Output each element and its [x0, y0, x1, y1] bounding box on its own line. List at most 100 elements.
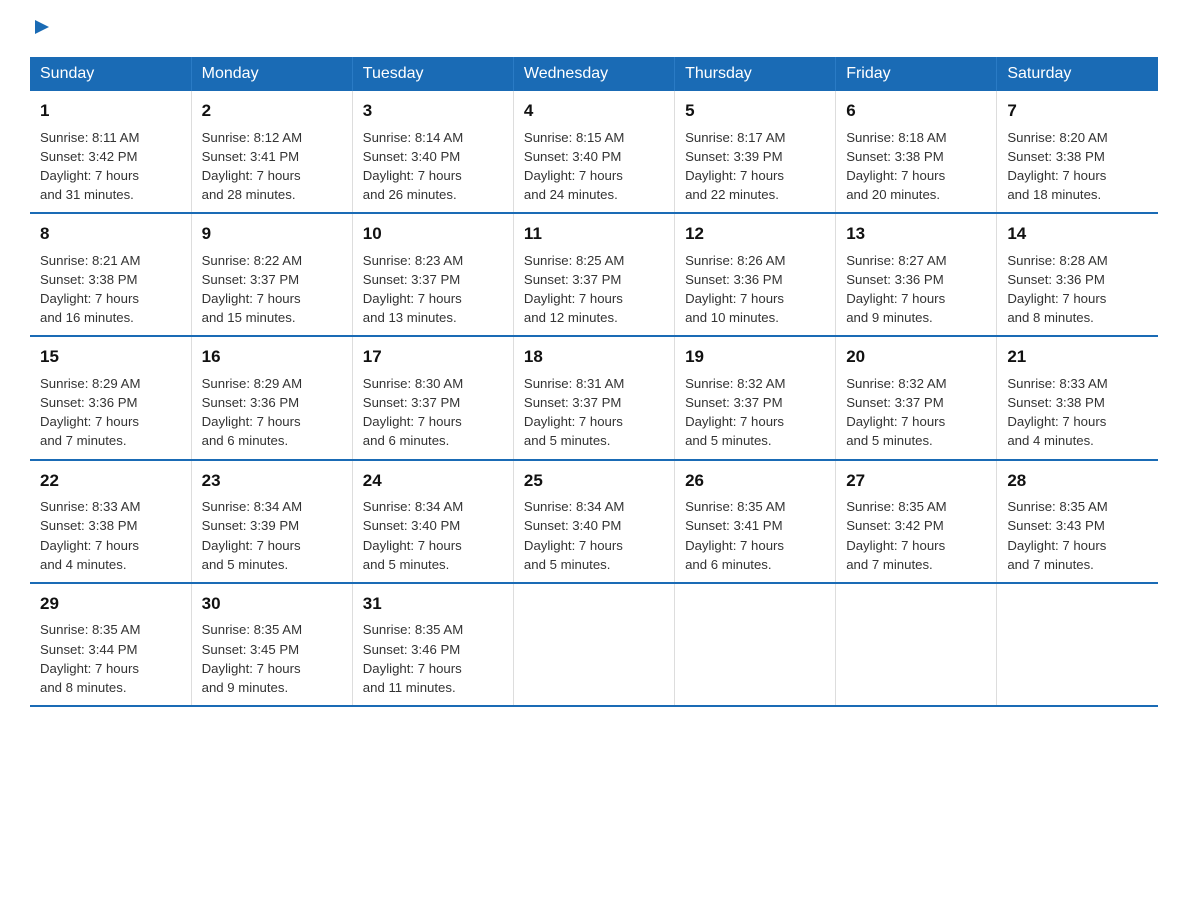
header-friday: Friday — [836, 57, 997, 91]
calendar-cell — [836, 583, 997, 706]
day-number: 23 — [202, 469, 342, 494]
day-info: Sunrise: 8:33 AMSunset: 3:38 PMDaylight:… — [1007, 374, 1148, 451]
calendar-cell: 7 Sunrise: 8:20 AMSunset: 3:38 PMDaylight… — [997, 91, 1158, 213]
day-info: Sunrise: 8:34 AMSunset: 3:39 PMDaylight:… — [202, 497, 342, 574]
day-info: Sunrise: 8:30 AMSunset: 3:37 PMDaylight:… — [363, 374, 503, 451]
day-number: 31 — [363, 592, 503, 617]
calendar-cell: 5 Sunrise: 8:17 AMSunset: 3:39 PMDaylight… — [675, 91, 836, 213]
day-number: 24 — [363, 469, 503, 494]
day-number: 20 — [846, 345, 986, 370]
calendar-cell: 13 Sunrise: 8:27 AMSunset: 3:36 PMDayligh… — [836, 213, 997, 336]
calendar-cell: 20 Sunrise: 8:32 AMSunset: 3:37 PMDayligh… — [836, 336, 997, 459]
day-number: 14 — [1007, 222, 1148, 247]
header-wednesday: Wednesday — [513, 57, 674, 91]
day-info: Sunrise: 8:21 AMSunset: 3:38 PMDaylight:… — [40, 251, 181, 328]
week-row-5: 29 Sunrise: 8:35 AMSunset: 3:44 PMDayligh… — [30, 583, 1158, 706]
day-info: Sunrise: 8:35 AMSunset: 3:43 PMDaylight:… — [1007, 497, 1148, 574]
day-number: 16 — [202, 345, 342, 370]
day-info: Sunrise: 8:18 AMSunset: 3:38 PMDaylight:… — [846, 128, 986, 205]
day-number: 4 — [524, 99, 664, 124]
header-monday: Monday — [191, 57, 352, 91]
logo-arrow-icon — [33, 18, 51, 41]
header-tuesday: Tuesday — [352, 57, 513, 91]
calendar-cell: 2Sunrise: 8:12 AMSunset: 3:41 PMDaylight… — [191, 91, 352, 213]
day-number: 13 — [846, 222, 986, 247]
day-info: Sunrise: 8:17 AMSunset: 3:39 PMDaylight:… — [685, 128, 825, 205]
calendar-cell: 18 Sunrise: 8:31 AMSunset: 3:37 PMDayligh… — [513, 336, 674, 459]
calendar-cell: 29 Sunrise: 8:35 AMSunset: 3:44 PMDayligh… — [30, 583, 191, 706]
day-number: 18 — [524, 345, 664, 370]
day-number: 28 — [1007, 469, 1148, 494]
page-header — [30, 20, 1158, 39]
calendar-cell: 4 Sunrise: 8:15 AMSunset: 3:40 PMDaylight… — [513, 91, 674, 213]
calendar-cell: 12Sunrise: 8:26 AMSunset: 3:36 PMDayligh… — [675, 213, 836, 336]
calendar-cell: 15 Sunrise: 8:29 AMSunset: 3:36 PMDayligh… — [30, 336, 191, 459]
week-row-3: 15 Sunrise: 8:29 AMSunset: 3:36 PMDayligh… — [30, 336, 1158, 459]
calendar-cell: 24 Sunrise: 8:34 AMSunset: 3:40 PMDayligh… — [352, 460, 513, 583]
day-number: 17 — [363, 345, 503, 370]
calendar-cell: 27Sunrise: 8:35 AMSunset: 3:42 PMDayligh… — [836, 460, 997, 583]
calendar-cell: 26Sunrise: 8:35 AMSunset: 3:41 PMDayligh… — [675, 460, 836, 583]
day-info: Sunrise: 8:29 AMSunset: 3:36 PMDaylight:… — [40, 374, 181, 451]
day-info: Sunrise: 8:35 AMSunset: 3:44 PMDaylight:… — [40, 620, 181, 697]
day-number: 19 — [685, 345, 825, 370]
day-number: 12 — [685, 222, 825, 247]
calendar-cell: 6 Sunrise: 8:18 AMSunset: 3:38 PMDaylight… — [836, 91, 997, 213]
calendar-cell: 1Sunrise: 8:11 AMSunset: 3:42 PMDaylight… — [30, 91, 191, 213]
day-number: 10 — [363, 222, 503, 247]
calendar-cell — [997, 583, 1158, 706]
calendar-cell: 22Sunrise: 8:33 AMSunset: 3:38 PMDayligh… — [30, 460, 191, 583]
calendar-cell — [513, 583, 674, 706]
calendar-table: SundayMondayTuesdayWednesdayThursdayFrid… — [30, 57, 1158, 707]
day-number: 21 — [1007, 345, 1148, 370]
day-number: 6 — [846, 99, 986, 124]
day-info: Sunrise: 8:20 AMSunset: 3:38 PMDaylight:… — [1007, 128, 1148, 205]
calendar-cell: 9Sunrise: 8:22 AMSunset: 3:37 PMDaylight… — [191, 213, 352, 336]
day-info: Sunrise: 8:34 AMSunset: 3:40 PMDaylight:… — [363, 497, 503, 574]
day-info: Sunrise: 8:14 AMSunset: 3:40 PMDaylight:… — [363, 128, 503, 205]
day-info: Sunrise: 8:23 AMSunset: 3:37 PMDaylight:… — [363, 251, 503, 328]
day-number: 30 — [202, 592, 342, 617]
calendar-cell: 8Sunrise: 8:21 AMSunset: 3:38 PMDaylight… — [30, 213, 191, 336]
day-info: Sunrise: 8:35 AMSunset: 3:41 PMDaylight:… — [685, 497, 825, 574]
day-info: Sunrise: 8:32 AMSunset: 3:37 PMDaylight:… — [846, 374, 986, 451]
day-info: Sunrise: 8:32 AMSunset: 3:37 PMDaylight:… — [685, 374, 825, 451]
calendar-cell: 3 Sunrise: 8:14 AMSunset: 3:40 PMDaylight… — [352, 91, 513, 213]
calendar-cell: 17 Sunrise: 8:30 AMSunset: 3:37 PMDayligh… — [352, 336, 513, 459]
day-info: Sunrise: 8:25 AMSunset: 3:37 PMDaylight:… — [524, 251, 664, 328]
calendar-header-row: SundayMondayTuesdayWednesdayThursdayFrid… — [30, 57, 1158, 91]
day-number: 1 — [40, 99, 181, 124]
day-number: 22 — [40, 469, 181, 494]
calendar-cell: 10 Sunrise: 8:23 AMSunset: 3:37 PMDayligh… — [352, 213, 513, 336]
calendar-cell: 16Sunrise: 8:29 AMSunset: 3:36 PMDayligh… — [191, 336, 352, 459]
calendar-cell: 30 Sunrise: 8:35 AMSunset: 3:45 PMDayligh… — [191, 583, 352, 706]
day-number: 5 — [685, 99, 825, 124]
calendar-cell — [675, 583, 836, 706]
day-info: Sunrise: 8:12 AMSunset: 3:41 PMDaylight:… — [202, 128, 342, 205]
day-number: 15 — [40, 345, 181, 370]
week-row-1: 1Sunrise: 8:11 AMSunset: 3:42 PMDaylight… — [30, 91, 1158, 213]
week-row-2: 8Sunrise: 8:21 AMSunset: 3:38 PMDaylight… — [30, 213, 1158, 336]
day-info: Sunrise: 8:28 AMSunset: 3:36 PMDaylight:… — [1007, 251, 1148, 328]
header-saturday: Saturday — [997, 57, 1158, 91]
week-row-4: 22Sunrise: 8:33 AMSunset: 3:38 PMDayligh… — [30, 460, 1158, 583]
day-info: Sunrise: 8:34 AMSunset: 3:40 PMDaylight:… — [524, 497, 664, 574]
calendar-cell: 28 Sunrise: 8:35 AMSunset: 3:43 PMDayligh… — [997, 460, 1158, 583]
day-info: Sunrise: 8:22 AMSunset: 3:37 PMDaylight:… — [202, 251, 342, 328]
day-number: 11 — [524, 222, 664, 247]
day-info: Sunrise: 8:35 AMSunset: 3:42 PMDaylight:… — [846, 497, 986, 574]
day-info: Sunrise: 8:35 AMSunset: 3:46 PMDaylight:… — [363, 620, 503, 697]
day-number: 25 — [524, 469, 664, 494]
header-thursday: Thursday — [675, 57, 836, 91]
header-sunday: Sunday — [30, 57, 191, 91]
day-info: Sunrise: 8:31 AMSunset: 3:37 PMDaylight:… — [524, 374, 664, 451]
day-info: Sunrise: 8:27 AMSunset: 3:36 PMDaylight:… — [846, 251, 986, 328]
day-number: 29 — [40, 592, 181, 617]
day-info: Sunrise: 8:15 AMSunset: 3:40 PMDaylight:… — [524, 128, 664, 205]
logo — [30, 20, 51, 39]
day-info: Sunrise: 8:35 AMSunset: 3:45 PMDaylight:… — [202, 620, 342, 697]
day-number: 3 — [363, 99, 503, 124]
calendar-cell: 14 Sunrise: 8:28 AMSunset: 3:36 PMDayligh… — [997, 213, 1158, 336]
day-number: 7 — [1007, 99, 1148, 124]
calendar-cell: 19 Sunrise: 8:32 AMSunset: 3:37 PMDayligh… — [675, 336, 836, 459]
